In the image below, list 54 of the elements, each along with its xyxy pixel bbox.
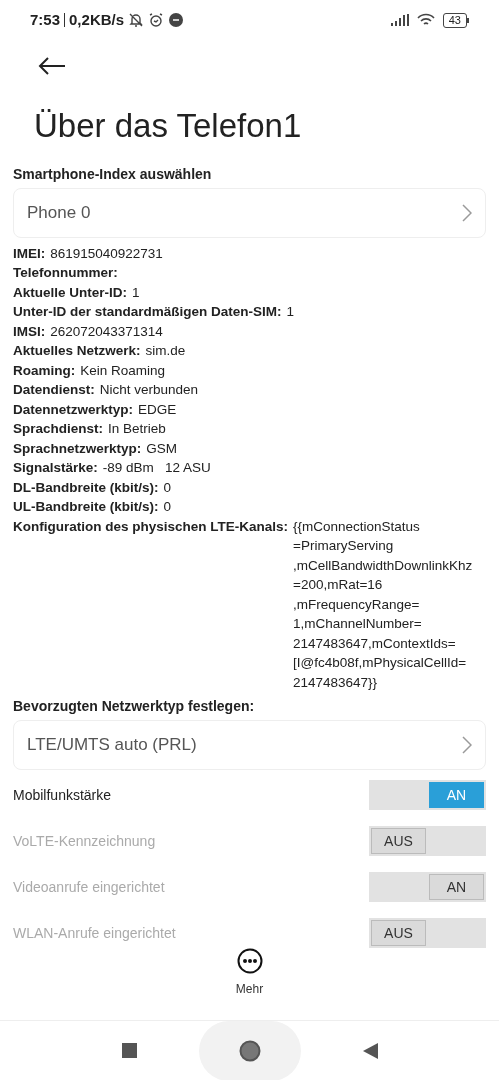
info-value: sim.de [145, 342, 186, 360]
battery-icon: 43 [442, 12, 469, 28]
info-label: Aktuelles Netzwerk: [13, 342, 141, 360]
info-value: {{mConnectionStatus =PrimaryServing ,mCellBandwidthDownlinkKhz =200,mRat=16 ,mFrequencyRange= 1,mChannelNumber= 2147483647,mContextIds= [I@fc4b08f,mPhysicalCellId= 2147483647}} [293, 517, 474, 692]
info-value: 0 [163, 498, 172, 516]
app-notification-icon [168, 12, 185, 29]
chevron-right-icon [462, 203, 472, 222]
info-label: Datennetzwerktyp: [13, 400, 134, 419]
info-label: Signalstärke: [13, 459, 98, 477]
signal-icon [390, 14, 409, 27]
info-label: DL-Bandbreite (kbit/s): [13, 478, 159, 497]
info-value: Nicht verbunden [99, 381, 199, 399]
info-value: -89 dBm 12 ASU [102, 459, 211, 477]
phone-index-selector[interactable]: Phone 0 [13, 187, 486, 238]
network-type-selector[interactable]: LTE/UMTS auto (PRL) [13, 720, 486, 770]
network-speed: 0,2KB/s [64, 13, 125, 28]
back-triangle-icon[interactable] [362, 1042, 378, 1059]
info-label: Unter-ID der standardmäßigen Daten-SIM: [13, 303, 282, 321]
home-circle-icon [238, 1039, 261, 1062]
chevron-right-icon [462, 736, 472, 754]
info-value: 861915040922731 [50, 244, 163, 263]
toggle-label: Videoanrufe eingerichtet [13, 877, 165, 897]
info-label: IMEI: [13, 244, 46, 263]
info-label: Roaming: [13, 361, 76, 380]
info-label: Konfiguration des physischen LTE-Kanals: [13, 517, 289, 536]
info-label: Sprachnetzwerktyp: [13, 439, 142, 458]
back-arrow-icon[interactable] [38, 55, 66, 76]
info-label: Sprachdienst: [13, 420, 104, 438]
info-value: In Betrieb [108, 420, 166, 438]
info-value: 0 [163, 478, 172, 497]
info-label: Datendienst: [13, 381, 95, 399]
info-label: Aktuelle Unter-ID: [13, 283, 127, 302]
status-time: 7:53 [30, 9, 61, 30]
page-title: Über das Telefon1 [33, 105, 303, 146]
section-label: Bevorzugten Netzwerktyp festlegen: [13, 697, 256, 716]
alarm-clock-icon [148, 12, 165, 29]
info-label: UL-Bandbreite (kbit/s): [13, 498, 159, 516]
info-value: Kein Roaming [80, 361, 166, 380]
info-value: 1 [132, 283, 140, 302]
info-value: 1 [286, 303, 295, 321]
wifi-icon [416, 13, 435, 28]
section-label: Smartphone-Index auswählen [13, 164, 213, 184]
more-button[interactable]: Mehr [235, 948, 264, 998]
toggle-label: Mobilfunkstärke [13, 785, 112, 805]
recent-apps-icon[interactable] [121, 1043, 137, 1058]
toggle-label: WLAN-Anrufe eingerichtet [13, 923, 176, 943]
info-value: GSM [146, 439, 178, 458]
toggle-label: VoLTE-Kennzeichnung [13, 831, 156, 851]
bell-off-icon [128, 12, 145, 29]
info-value: 262072043371314 [50, 322, 163, 341]
info-label: IMSI: [13, 322, 46, 341]
info-value: EDGE [138, 400, 177, 419]
more-icon [236, 948, 263, 974]
info-label: Telefonnummer: [13, 264, 118, 282]
